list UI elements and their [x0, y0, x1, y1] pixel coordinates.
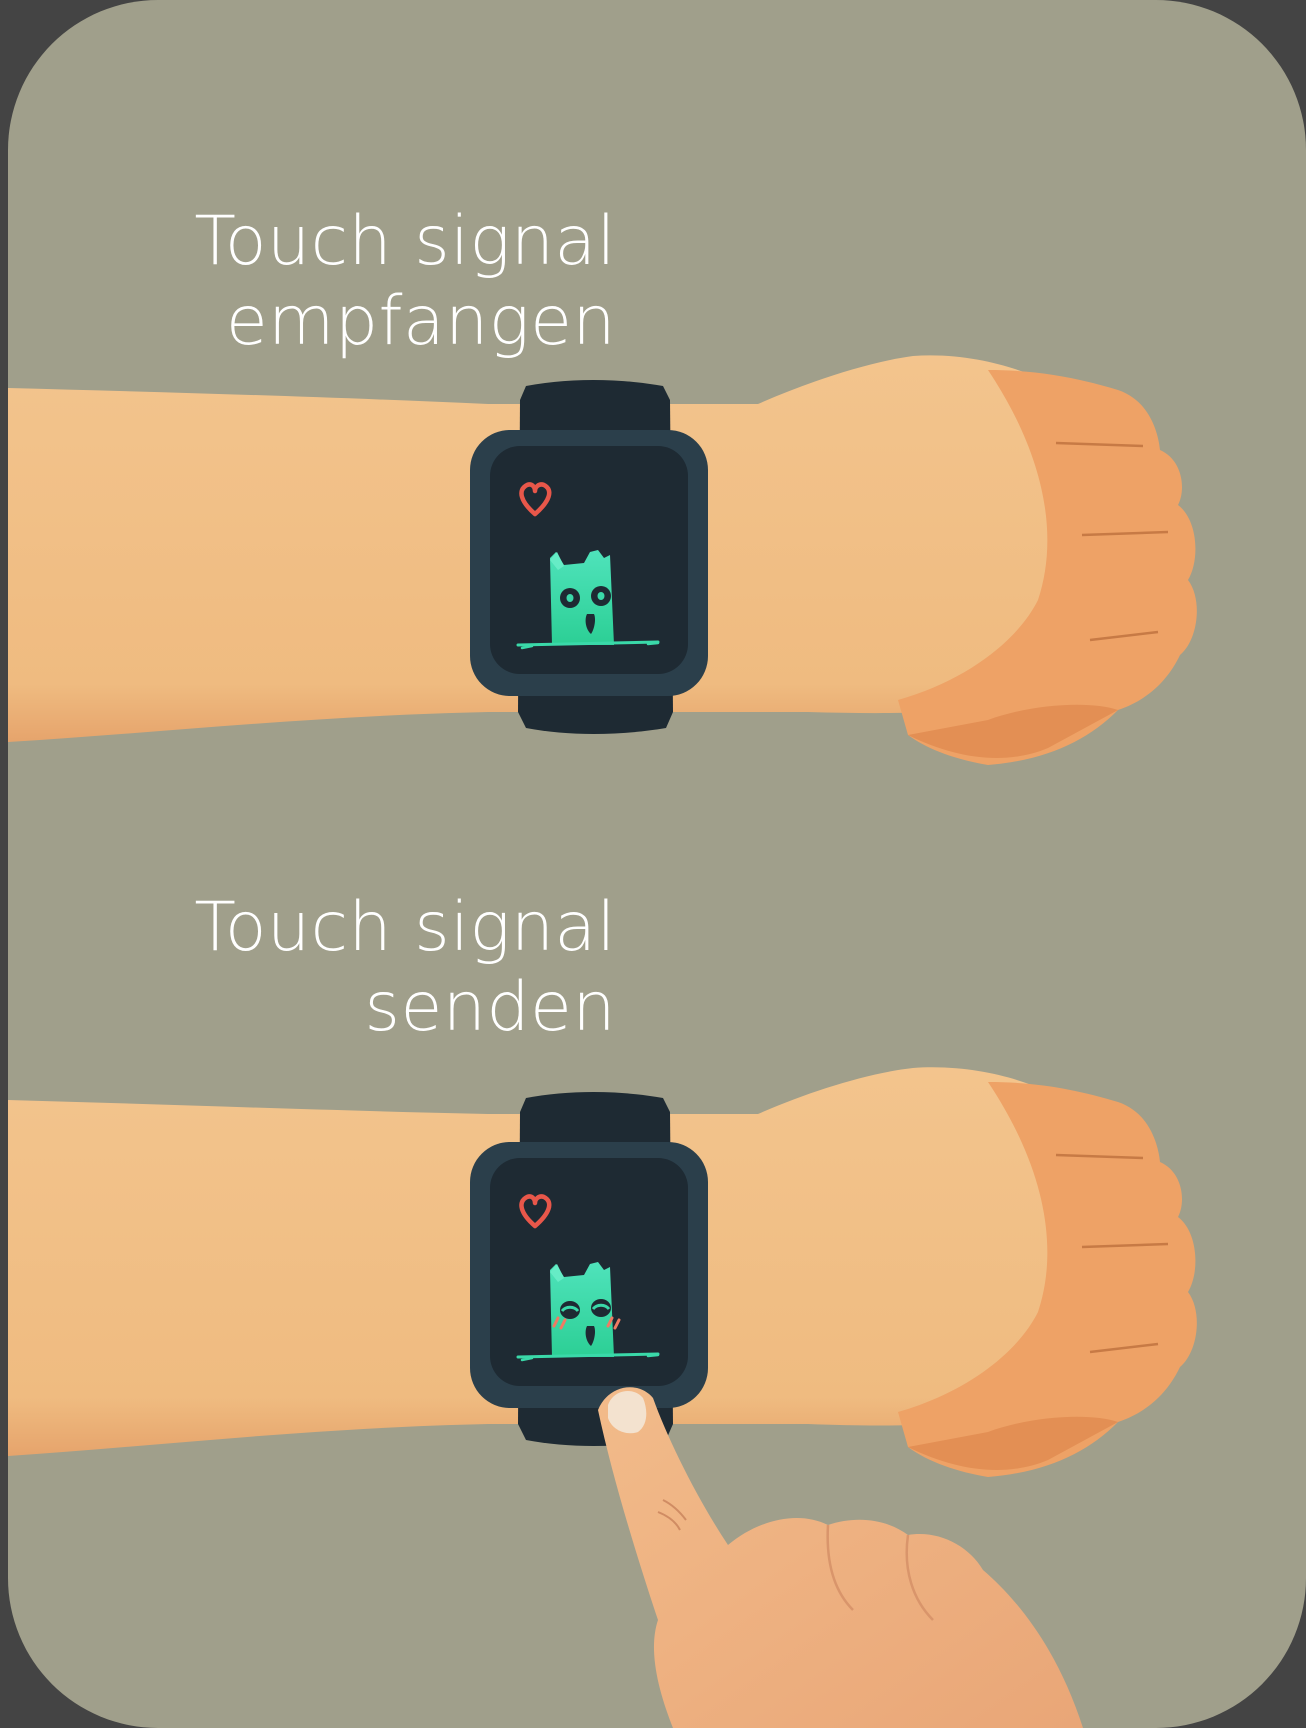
panel-receive: [8, 355, 1197, 765]
caption-line-2: empfangen: [225, 282, 616, 361]
caption-line-2: senden: [364, 968, 616, 1047]
illustration-card: Touch signal empfangen Touch signal send…: [8, 0, 1306, 1728]
caption-line-1: Touch signal: [194, 202, 616, 281]
caption-receive: Touch signal empfangen: [56, 202, 616, 362]
panel-send: [8, 1067, 1197, 1728]
caption-line-1: Touch signal: [194, 888, 616, 967]
caption-send: Touch signal senden: [56, 888, 616, 1048]
